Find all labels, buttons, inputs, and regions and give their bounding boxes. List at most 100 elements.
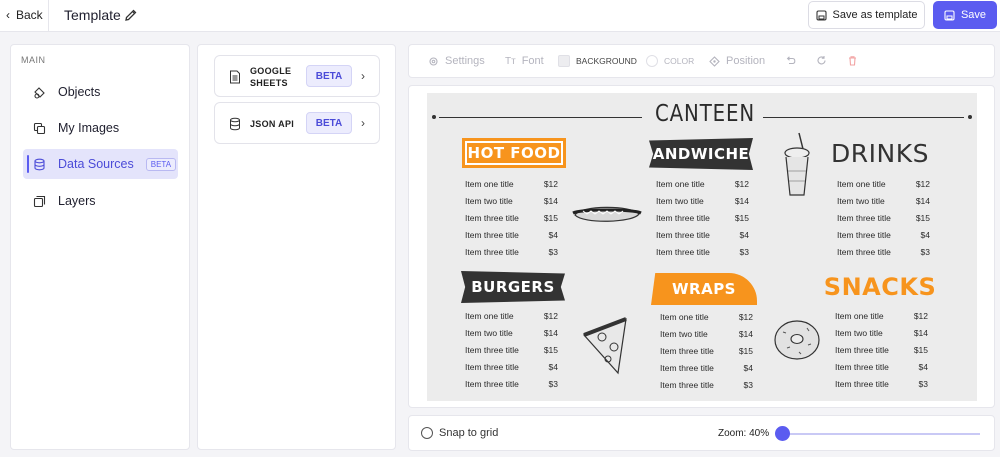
menu-item[interactable]: Item three title $15	[837, 213, 930, 225]
item-price: $3	[548, 379, 558, 389]
menu-item[interactable]: Item three title $4	[465, 362, 558, 374]
editor-toolbar: Settings Tт Font BACKGROUND COLOR Positi…	[408, 44, 995, 78]
sidebar-item-objects[interactable]: Objects	[23, 77, 178, 107]
divider	[48, 0, 49, 32]
menu-item[interactable]: Item three title $4	[465, 230, 558, 242]
menu-item[interactable]: Item two title $14	[837, 196, 930, 208]
menu-item[interactable]: Item three title $15	[465, 213, 558, 225]
data-source-json-api[interactable]: JSON API BETA ›	[214, 102, 380, 144]
position-tool[interactable]: Position	[709, 55, 765, 67]
menu-item[interactable]: Item one title $12	[835, 311, 928, 323]
data-source-google-sheets[interactable]: GOOGLE SHEETS BETA ›	[214, 55, 380, 97]
items-sandwiches: Item one title $12 Item two title $14 Item…	[656, 179, 749, 265]
item-name: Item two title	[465, 328, 513, 338]
undo-button[interactable]	[785, 55, 796, 66]
color-label: COLOR	[664, 56, 695, 66]
item-price: $4	[548, 230, 558, 240]
menu-item[interactable]: Item two title $14	[835, 328, 928, 340]
menu-item[interactable]: Item one title $12	[837, 179, 930, 191]
menu-item[interactable]: Item three title $3	[660, 380, 753, 392]
database-icon	[230, 117, 240, 131]
section-title-snacks[interactable]: SNACKS	[824, 271, 936, 303]
chevron-left-icon: ‹	[6, 8, 10, 22]
section-title-burgers[interactable]: BURGERS	[461, 271, 565, 303]
menu-item[interactable]: Item one title $12	[660, 312, 753, 324]
undo-icon	[786, 56, 796, 65]
donut-illustration[interactable]	[773, 318, 821, 362]
save-button[interactable]: Save	[933, 1, 997, 29]
item-price: $14	[543, 328, 558, 338]
item-name: Item three title	[656, 213, 710, 223]
refresh-icon	[817, 56, 826, 65]
font-tool[interactable]: Tт Font	[505, 55, 544, 67]
zoom-label: Zoom: 40%	[718, 428, 770, 439]
item-name: Item three title	[835, 379, 889, 389]
back-button[interactable]: ‹ Back	[6, 8, 43, 22]
pencil-icon[interactable]	[124, 8, 138, 22]
menu-item[interactable]: Item three title $3	[656, 247, 749, 259]
item-price: $12	[915, 179, 930, 189]
section-title-drinks[interactable]: DRINKS	[825, 138, 935, 168]
menu-item[interactable]: Item one title $12	[656, 179, 749, 191]
item-name: Item one title	[465, 311, 514, 321]
menu-item[interactable]: Item two title $14	[656, 196, 749, 208]
menu-item[interactable]: Item one title $12	[465, 179, 558, 191]
settings-tool[interactable]: Settings	[428, 55, 485, 67]
sidebar-item-my-images[interactable]: My Images	[23, 113, 178, 143]
item-price: $3	[739, 247, 749, 257]
menu-item[interactable]: Item two title $14	[660, 329, 753, 341]
menu-item[interactable]: Item one title $12	[465, 311, 558, 323]
item-name: Item one title	[465, 179, 514, 189]
menu-item[interactable]: Item three title $15	[465, 345, 558, 357]
sidebar-item-layers[interactable]: Layers	[23, 186, 178, 216]
item-name: Item three title	[837, 213, 891, 223]
menu-item[interactable]: Item three title $4	[656, 230, 749, 242]
menu-item[interactable]: Item three title $4	[660, 363, 753, 375]
bottom-bar: Snap to grid Zoom: 40%	[408, 415, 995, 451]
save-as-template-button[interactable]: Save as template	[808, 1, 925, 29]
menu-item[interactable]: Item three title $15	[660, 346, 753, 358]
drink-cup-illustration[interactable]	[781, 131, 815, 201]
section-title-wraps[interactable]: WRAPS	[651, 273, 757, 305]
menu-canvas[interactable]: CANTEEN HOT FOOD SANDWICHES DRINKS BURGE…	[427, 93, 977, 401]
item-name: Item three title	[660, 346, 714, 356]
item-name: Item three title	[835, 362, 889, 372]
menu-item[interactable]: Item three title $15	[656, 213, 749, 225]
item-price: $12	[543, 311, 558, 321]
item-name: Item one title	[656, 179, 705, 189]
menu-item[interactable]: Item three title $3	[465, 247, 558, 259]
menu-item[interactable]: Item three title $15	[835, 345, 928, 357]
section-title-hot-food[interactable]: HOT FOOD	[462, 138, 566, 168]
refresh-button[interactable]	[816, 55, 827, 66]
menu-title: CANTEEN	[655, 101, 756, 127]
menu-item[interactable]: Item three title $3	[465, 379, 558, 391]
sidebar: MAIN Objects My Images Data Sources BETA…	[10, 44, 190, 450]
data-source-label: JSON API	[250, 119, 295, 129]
menu-item[interactable]: Item two title $14	[465, 328, 558, 340]
color-swatch	[646, 55, 658, 67]
checkbox[interactable]	[421, 427, 433, 439]
item-name: Item two title	[837, 196, 885, 206]
item-price: $4	[739, 230, 749, 240]
menu-item[interactable]: Item two title $14	[465, 196, 558, 208]
header-line	[439, 117, 642, 118]
item-name: Item two title	[465, 196, 513, 206]
sidebar-item-data-sources[interactable]: Data Sources BETA	[23, 149, 178, 179]
menu-item[interactable]: Item three title $3	[837, 247, 930, 259]
menu-item[interactable]: Item three title $4	[835, 362, 928, 374]
snap-to-grid-toggle[interactable]: Snap to grid	[421, 427, 498, 439]
menu-item[interactable]: Item three title $4	[837, 230, 930, 242]
background-tool[interactable]: BACKGROUND	[558, 55, 637, 67]
zoom-slider-thumb[interactable]	[775, 426, 790, 441]
beta-badge: BETA	[145, 157, 177, 171]
section-title-sandwiches[interactable]: SANDWICHES	[649, 138, 753, 170]
delete-button[interactable]	[847, 55, 858, 66]
zoom-slider-track[interactable]	[782, 433, 980, 435]
item-price: $14	[734, 196, 749, 206]
color-tool[interactable]: COLOR	[646, 55, 694, 67]
hotdog-illustration[interactable]	[571, 199, 643, 229]
pizza-slice-illustration[interactable]	[578, 315, 634, 377]
menu-item[interactable]: Item three title $3	[835, 379, 928, 391]
item-price: $15	[734, 213, 749, 223]
header-dot	[968, 115, 972, 119]
